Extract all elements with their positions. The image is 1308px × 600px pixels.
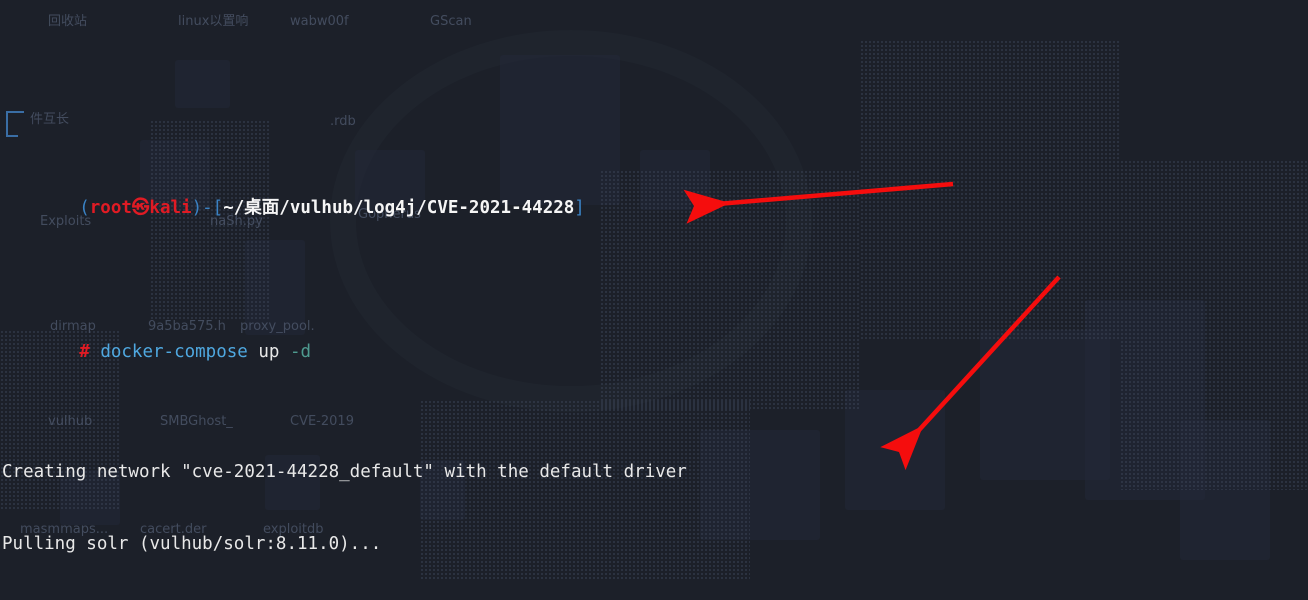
shell-command-line-1[interactable]: # docker-compose up -d (2, 316, 1308, 388)
prompt-host: kali (149, 198, 192, 218)
prompt-corner-icon (6, 111, 24, 113)
terminal-window[interactable]: Gopherus vulhub SMBGhost_ CVE-2019 masmmaps.… (0, 0, 1308, 600)
output-creating-network: Creating network "cve-2021-44228_default… (2, 462, 687, 482)
terminal-screen[interactable]: (root㉿kali)-[~/桌面/vulhub/log4j/CVE-2021-… (0, 0, 1308, 600)
command-name-1: docker-compose (100, 342, 248, 362)
prompt-hash-symbol: # (79, 342, 90, 362)
prompt-corner-bottom-icon (6, 135, 18, 137)
command-args-1: up (258, 342, 280, 362)
output-pulling-service: Pulling solr (vulhub/solr:8.11.0)... (2, 534, 382, 554)
command-flag-1: -d (290, 342, 312, 362)
prompt-bracket-close: ] (574, 198, 585, 218)
prompt-at-icon: ㉿ (131, 198, 150, 218)
prompt-user: root (89, 198, 132, 218)
prompt-paren-open: ( (79, 198, 90, 218)
prompt-vertical-icon (6, 111, 8, 137)
prompt-dash: - (202, 198, 213, 218)
prompt-bracket-open: [ (212, 198, 224, 218)
shell-prompt-line-1: (root㉿kali)-[~/桌面/vulhub/log4j/CVE-2021-… (2, 100, 1308, 244)
prompt-path: ~/桌面/vulhub/log4j/CVE-2021-44228 (223, 198, 575, 218)
prompt-paren-close: ) (191, 198, 203, 218)
